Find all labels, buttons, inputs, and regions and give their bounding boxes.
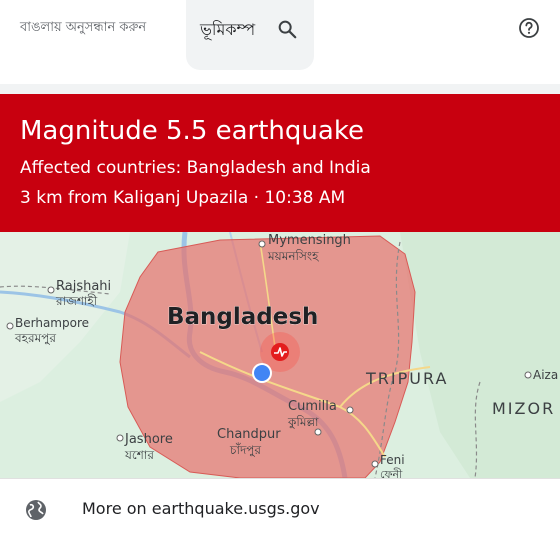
label-chandpur-en: Chandpur xyxy=(217,427,281,442)
chandpur-dot xyxy=(314,428,322,436)
label-rajshahi-bn: রাজশাহী xyxy=(55,294,98,308)
label-bangladesh: Bangladesh xyxy=(167,304,318,330)
label-cumilla-en: Cumilla xyxy=(288,399,337,414)
search-header: বাঙলায় অনুসন্ধান করুন ভূমিকম্প xyxy=(0,0,560,84)
label-feni-en: Feni xyxy=(380,453,405,467)
label-berhampore-bn: বহরমপুর xyxy=(14,331,56,346)
rajshahi-dot xyxy=(47,286,55,294)
search-hint-text[interactable]: বাঙলায় অনুসন্ধান করুন xyxy=(20,18,146,39)
feni-dot xyxy=(371,460,379,468)
earthquake-alert-banner[interactable]: Magnitude 5.5 earthquake Affected countr… xyxy=(0,94,560,232)
label-chandpur-bn: চাঁদপুর xyxy=(229,442,261,458)
source-link-text[interactable]: More on earthquake.usgs.gov xyxy=(82,499,320,518)
label-tripura: TRIPURA xyxy=(365,369,448,388)
search-query-chip[interactable]: ভূমিকম্প xyxy=(186,0,314,70)
search-query-text[interactable]: ভূমিকম্প xyxy=(200,17,255,44)
label-berhampore-en: Berhampore xyxy=(15,316,89,330)
label-jashore-bn: যশোর xyxy=(124,448,154,462)
alert-title: Magnitude 5.5 earthquake xyxy=(20,116,364,146)
search-icon[interactable] xyxy=(276,18,298,40)
label-jashore-en: Jashore xyxy=(124,432,173,447)
help-icon[interactable] xyxy=(517,16,541,40)
label-feni-bn: ফেনী xyxy=(380,468,403,478)
label-mizoram: MIZOR xyxy=(492,399,555,418)
globe-icon xyxy=(26,500,46,520)
earthquake-map[interactable]: Mymensingh ময়মনসিংহ Rajshahi রাজশাহী Be… xyxy=(0,232,560,478)
label-mymensingh-bn: ময়মনসিংহ xyxy=(267,249,319,263)
header-divider xyxy=(0,84,560,94)
mymensingh-dot xyxy=(258,240,266,248)
current-location-dot-icon[interactable] xyxy=(254,365,270,381)
source-link-row[interactable]: More on earthquake.usgs.gov xyxy=(0,478,560,541)
affected-countries-text: Affected countries: Bangladesh and India xyxy=(20,158,371,178)
location-time-text: 3 km from Kaliganj Upazila · 10:38 AM xyxy=(20,188,346,208)
label-aizawl: Aiza xyxy=(533,368,558,382)
label-mymensingh-en: Mymensingh xyxy=(268,233,351,248)
label-cumilla-bn: কুমিল্লা xyxy=(287,415,319,430)
aizawl-dot xyxy=(524,371,532,379)
berhampore-dot xyxy=(6,322,14,330)
label-rajshahi-en: Rajshahi xyxy=(56,279,111,294)
jashore-dot xyxy=(116,434,124,442)
map-canvas[interactable]: Mymensingh ময়মনসিংহ Rajshahi রাজশাহী Be… xyxy=(0,232,560,478)
cumilla-dot xyxy=(346,406,354,414)
